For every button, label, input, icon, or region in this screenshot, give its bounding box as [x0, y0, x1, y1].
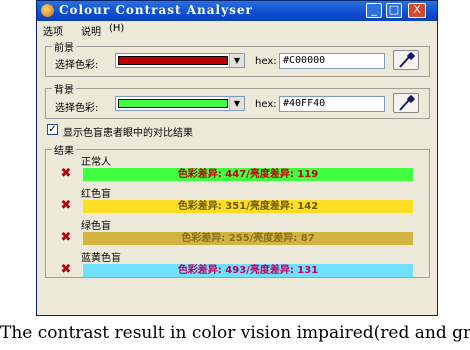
app-icon — [41, 4, 54, 17]
foreground-legend: 前景 — [54, 43, 74, 54]
maximize-button[interactable]: □ — [386, 3, 402, 18]
result-bar-normal: 色彩差异: 447/亮度差异: 119 — [83, 168, 413, 181]
fail-icon: ✖ — [60, 198, 72, 213]
foreground-hex-input[interactable]: #C00000 — [279, 53, 385, 69]
foreground-color-combo[interactable]: ▼ — [115, 53, 245, 68]
background-color-combo[interactable]: ▼ — [115, 96, 245, 111]
foreground-eyedropper-button[interactable] — [393, 50, 419, 70]
foreground-color-swatch — [118, 56, 228, 65]
result-label-normal: 正常人 — [81, 157, 111, 168]
menu-bar: 选项 说明 (H) — [37, 21, 437, 38]
figure-caption: The contrast result in color vision impa… — [0, 323, 470, 343]
background-select-label: 选择色彩: — [55, 103, 99, 114]
background-hex-label: hex: — [255, 99, 277, 110]
chevron-down-icon[interactable]: ▼ — [229, 97, 244, 110]
result-bar-deutan: 色彩差异: 255/亮度差异: 87 — [83, 232, 413, 245]
menu-help[interactable]: 说明 — [81, 23, 101, 38]
background-hex-input[interactable]: #40FF40 — [279, 96, 385, 112]
menu-help-shortcut[interactable]: (H) — [109, 23, 124, 34]
result-bar-tritan: 色彩差异: 493/亮度差异: 131 — [83, 264, 413, 277]
fail-icon: ✖ — [60, 166, 72, 181]
window-title: Colour Contrast Analyser — [59, 3, 253, 17]
background-legend: 背景 — [54, 85, 74, 96]
result-bar-protan: 色彩差异: 351/亮度差异: 142 — [83, 200, 413, 213]
result-label-deutan: 绿色盲 — [81, 221, 111, 232]
colorblind-option-label: 显示色盲患者眼中的对比结果 — [63, 128, 193, 139]
app-window: Colour Contrast Analyser _ □ X 选项 说明 (H)… — [36, 0, 438, 316]
colorblind-checkbox[interactable]: ✓ — [47, 124, 58, 135]
results-legend: 结果 — [54, 146, 74, 157]
title-bar[interactable]: Colour Contrast Analyser _ □ X — [37, 1, 437, 21]
foreground-select-label: 选择色彩: — [55, 60, 99, 71]
result-label-protan: 红色盲 — [81, 189, 111, 200]
background-eyedropper-button[interactable] — [393, 93, 419, 113]
fail-icon: ✖ — [60, 262, 72, 277]
fail-icon: ✖ — [60, 230, 72, 245]
result-label-tritan: 蓝黄色盲 — [81, 253, 121, 264]
close-button[interactable]: X — [408, 3, 426, 18]
background-color-swatch — [118, 99, 228, 108]
menu-options[interactable]: 选项 — [43, 23, 63, 38]
minimize-button[interactable]: _ — [366, 3, 382, 18]
foreground-hex-label: hex: — [255, 56, 277, 67]
eyedropper-icon — [399, 52, 415, 68]
eyedropper-icon — [399, 95, 415, 111]
chevron-down-icon[interactable]: ▼ — [229, 54, 244, 67]
